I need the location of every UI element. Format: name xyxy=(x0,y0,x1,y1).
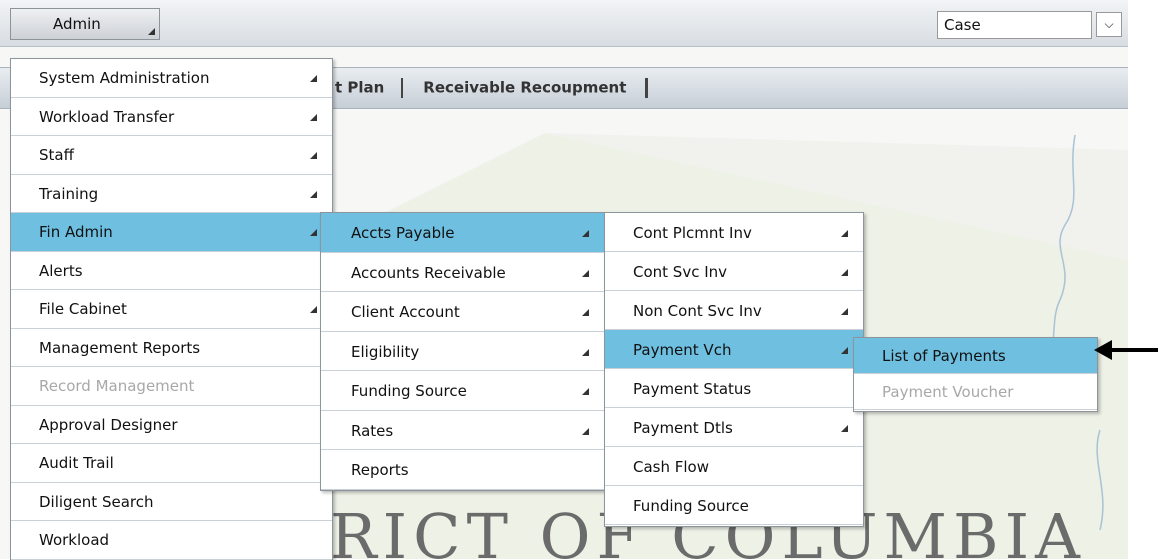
chevron-down-icon[interactable]: ⌵ xyxy=(1096,12,1122,37)
submenu-arrow-icon xyxy=(841,308,848,315)
fin-admin-item-eligibility[interactable]: Eligibility xyxy=(321,332,604,371)
admin-menu-item-staff[interactable]: Staff xyxy=(11,136,332,175)
admin-menu-item-label: Record Management xyxy=(39,377,195,395)
admin-menu-item-training[interactable]: Training xyxy=(11,175,332,213)
submenu-arrow-icon xyxy=(582,269,589,277)
submenu-arrow-icon xyxy=(582,388,589,395)
accts-payable-item-cont-svc-inv[interactable]: Cont Svc Inv xyxy=(605,252,863,291)
admin-menu-item-label: Diligent Search xyxy=(39,492,154,511)
admin-menu-item-label: System Administration xyxy=(39,69,210,87)
fin-admin-item-label: Client Account xyxy=(351,303,460,321)
fin-admin-item-label: Accts Payable xyxy=(351,224,455,242)
submenu-arrow-icon xyxy=(310,152,317,159)
accts-payable-item-cash-flow[interactable]: Cash Flow xyxy=(605,447,863,486)
nav-separator xyxy=(400,78,403,98)
submenu-arrow-icon xyxy=(582,427,589,435)
fin-admin-item-reports[interactable]: Reports xyxy=(321,450,604,490)
submenu-arrow-icon xyxy=(841,269,848,276)
accts-payable-item-payment-status[interactable]: Payment Status xyxy=(605,369,863,408)
accts-payable-item-label: Cont Plcmnt Inv xyxy=(633,224,752,242)
submenu-arrow-icon xyxy=(582,230,589,237)
fin-admin-item-label: Rates xyxy=(351,421,394,440)
submenu-arrow-icon xyxy=(310,75,317,82)
fin-admin-item-accounts-receivable[interactable]: Accounts Receivable xyxy=(321,253,604,292)
nav-item-plan[interactable]: t Plan xyxy=(335,79,384,97)
admin-menu-item-system-administration[interactable]: System Administration xyxy=(11,59,332,98)
accts-payable-item-label: Payment Dtls xyxy=(633,419,733,437)
admin-menu-item-label: Workload xyxy=(39,531,110,549)
fin-admin-item-accts-payable[interactable]: Accts Payable xyxy=(321,213,604,253)
fin-admin-item-funding-source[interactable]: Funding Source xyxy=(321,371,604,411)
admin-menu-item-record-management: Record Management xyxy=(11,367,332,406)
accts-payable-submenu: Cont Plcmnt Inv Cont Svc Inv Non Cont Svc … xyxy=(604,212,864,527)
submenu-arrow-icon xyxy=(582,309,589,316)
payment-vch-submenu: List of Payments Payment Voucher xyxy=(853,337,1098,412)
accts-payable-item-label: Payment Vch xyxy=(633,341,732,359)
nav-separator xyxy=(644,78,648,98)
accts-payable-item-label: Funding Source xyxy=(633,497,749,515)
fin-admin-submenu: Accts Payable Accounts Receivable Client A… xyxy=(320,212,605,491)
nav-item-receivable-recoupment[interactable]: Receivable Recoupment xyxy=(423,79,626,97)
admin-menu-item-fin-admin[interactable]: Fin Admin xyxy=(11,213,332,252)
fin-admin-item-label: Eligibility xyxy=(351,342,420,361)
accts-payable-item-cont-plcmnt-inv[interactable]: Cont Plcmnt Inv xyxy=(605,213,863,252)
submenu-arrow-icon xyxy=(582,348,589,356)
accts-payable-item-payment-vch[interactable]: Payment Vch xyxy=(605,330,863,369)
submenu-arrow-icon xyxy=(841,230,848,237)
admin-menu-item-diligent-search[interactable]: Diligent Search xyxy=(11,483,332,521)
fin-admin-item-rates[interactable]: Rates xyxy=(321,411,604,450)
accts-payable-item-label: Cont Svc Inv xyxy=(633,263,728,281)
admin-menu-item-label: Management Reports xyxy=(39,338,201,357)
fin-admin-item-client-account[interactable]: Client Account xyxy=(321,292,604,332)
top-toolbar: Admin Case ⌵ xyxy=(0,0,1128,47)
admin-menu-item-label: Audit Trail xyxy=(39,454,114,472)
admin-menu-item-label: Approval Designer xyxy=(39,415,178,434)
dropdown-corner-icon xyxy=(148,28,155,35)
pointer-arrow-icon xyxy=(1094,340,1158,360)
navbar-items: t Plan Receivable Recoupment xyxy=(335,78,648,98)
admin-menu-item-label: Fin Admin xyxy=(39,223,113,241)
submenu-arrow-icon xyxy=(310,190,317,198)
accts-payable-item-payment-dtls[interactable]: Payment Dtls xyxy=(605,408,863,447)
payment-vch-item-label: Payment Voucher xyxy=(882,383,1014,401)
submenu-arrow-icon xyxy=(310,113,317,121)
accts-payable-item-label: Payment Status xyxy=(633,380,752,398)
admin-menu-item-label: Staff xyxy=(39,146,74,164)
fin-admin-item-label: Accounts Receivable xyxy=(351,263,506,282)
submenu-arrow-icon xyxy=(310,306,317,313)
admin-menu-item-file-cabinet[interactable]: File Cabinet xyxy=(11,290,332,329)
admin-menu-item-label: Training xyxy=(39,184,99,203)
submenu-arrow-icon xyxy=(310,229,317,236)
submenu-arrow-icon xyxy=(841,425,848,432)
accts-payable-item-funding-source[interactable]: Funding Source xyxy=(605,486,863,525)
fin-admin-item-label: Funding Source xyxy=(351,382,467,400)
accts-payable-item-label: Cash Flow xyxy=(633,458,709,476)
admin-menu-item-workload-transfer[interactable]: Workload Transfer xyxy=(11,98,332,136)
admin-menu-item-management-reports[interactable]: Management Reports xyxy=(11,329,332,367)
admin-menu-item-workload[interactable]: Workload xyxy=(11,521,332,560)
admin-menu-item-label: Alerts xyxy=(39,261,83,280)
search-type-value: Case xyxy=(944,16,981,34)
payment-vch-item-payment-voucher: Payment Voucher xyxy=(854,374,1097,410)
fin-admin-item-label: Reports xyxy=(351,461,409,479)
admin-menu-item-audit-trail[interactable]: Audit Trail xyxy=(11,444,332,483)
search-type-select[interactable]: Case xyxy=(937,11,1092,39)
payment-vch-item-label: List of Payments xyxy=(882,347,1006,365)
accts-payable-item-label: Non Cont Svc Inv xyxy=(633,302,762,320)
admin-menu-button[interactable]: Admin xyxy=(10,8,160,40)
admin-menu-item-alerts[interactable]: Alerts xyxy=(11,252,332,290)
submenu-arrow-icon xyxy=(841,347,848,354)
admin-menu-item-approval-designer[interactable]: Approval Designer xyxy=(11,406,332,444)
accts-payable-item-non-cont-svc-inv[interactable]: Non Cont Svc Inv xyxy=(605,291,863,330)
admin-menu-item-label: Workload Transfer xyxy=(39,107,175,126)
admin-menu-item-label: File Cabinet xyxy=(39,300,127,318)
payment-vch-item-list-of-payments[interactable]: List of Payments xyxy=(854,338,1097,374)
admin-menu: System Administration Workload Transfer St… xyxy=(10,58,333,560)
admin-button-label: Admin xyxy=(53,15,101,33)
